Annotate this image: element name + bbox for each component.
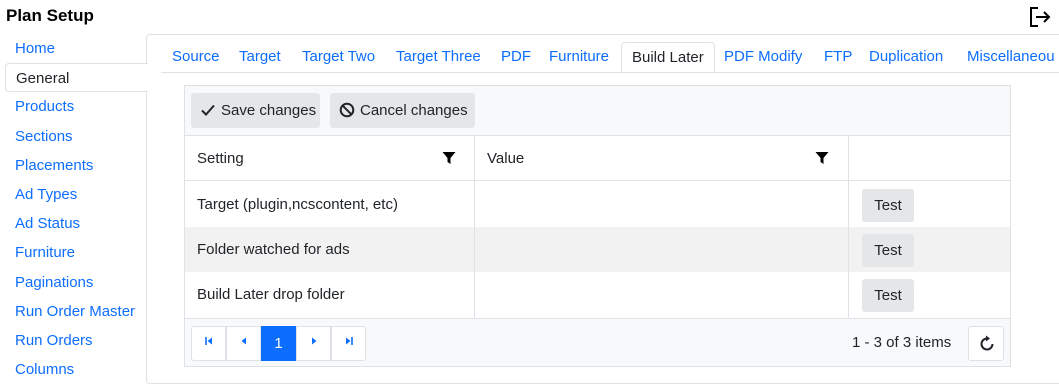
grid-header: Setting Value	[185, 136, 1010, 181]
sidebar-item-products[interactable]: Products	[5, 92, 147, 121]
page-title: Plan Setup	[6, 6, 94, 25]
last-page-icon	[345, 337, 353, 345]
sidebar-item-home[interactable]: Home	[5, 34, 147, 63]
tab-build-later[interactable]: Build Later	[621, 42, 715, 72]
tab-target-two[interactable]: Target Two	[302, 42, 375, 72]
tab-pdf-modify[interactable]: PDF Modify	[724, 42, 802, 72]
value-filter-icon[interactable]	[815, 151, 829, 165]
tab-ftp[interactable]: FTP	[824, 42, 852, 72]
previous-page-icon	[241, 337, 246, 345]
value-cell[interactable]	[475, 272, 487, 317]
sidebar-item-run-order-master[interactable]: Run Order Master	[5, 297, 147, 326]
check-icon	[201, 104, 215, 116]
grid-toolbar: Save changes Cancel changes	[185, 86, 1010, 136]
tab-target-three[interactable]: Target Three	[396, 42, 481, 72]
settings-grid: Save changes Cancel changes Setting Valu…	[184, 85, 1011, 367]
next-page-icon	[311, 337, 316, 345]
column-divider	[474, 136, 475, 318]
tab-furniture[interactable]: Furniture	[549, 42, 609, 72]
setting-cell: Folder watched for ads	[197, 241, 350, 258]
value-cell[interactable]	[475, 182, 487, 227]
table-row: Build Later drop folder Test	[185, 272, 1010, 317]
setting-filter-icon[interactable]	[442, 151, 456, 165]
save-changes-button[interactable]: Save changes	[191, 93, 320, 128]
sidebar-item-general[interactable]: General	[5, 63, 148, 93]
grid-pager: 1 1 - 3 of 3 items	[185, 318, 1010, 366]
table-row: Target (plugin,ncscontent, etc) Test	[185, 182, 1010, 227]
test-button[interactable]: Test	[862, 279, 914, 312]
table-row: Folder watched for ads Test	[185, 227, 1010, 272]
refresh-button[interactable]	[968, 326, 1004, 361]
tab-duplication[interactable]: Duplication	[869, 42, 943, 72]
first-page-icon	[204, 337, 212, 345]
test-button[interactable]: Test	[862, 234, 914, 267]
cancel-changes-button[interactable]: Cancel changes	[330, 93, 475, 128]
sidebar-item-sections[interactable]: Sections	[5, 122, 147, 151]
sidebar-item-run-orders[interactable]: Run Orders	[5, 326, 147, 355]
next-page-button[interactable]	[296, 326, 331, 361]
sidebar-item-ad-status[interactable]: Ad Status	[5, 209, 147, 238]
settings-tabs: Source Target Target Two Target Three PD…	[161, 42, 1059, 73]
cancel-changes-label: Cancel changes	[360, 102, 468, 119]
column-divider	[848, 136, 849, 318]
sidebar-item-ad-types[interactable]: Ad Types	[5, 180, 147, 209]
page-button-current[interactable]: 1	[261, 326, 296, 361]
tab-pdf[interactable]: PDF	[501, 42, 531, 72]
ban-icon	[339, 102, 355, 118]
sidebar-item-placements[interactable]: Placements	[5, 151, 147, 180]
tab-miscellaneous[interactable]: Miscellaneou	[967, 42, 1055, 72]
value-cell[interactable]	[475, 227, 487, 272]
tab-source[interactable]: Source	[172, 42, 220, 72]
first-page-button[interactable]	[191, 326, 226, 361]
column-header-value[interactable]: Value	[475, 136, 848, 181]
sidebar-nav: Home General Products Sections Placement…	[5, 34, 148, 384]
tab-target[interactable]: Target	[239, 42, 281, 72]
pager-info: 1 - 3 of 3 items	[852, 334, 952, 351]
column-header-setting[interactable]: Setting	[185, 136, 474, 181]
refresh-icon	[980, 335, 994, 351]
previous-page-button[interactable]	[226, 326, 261, 361]
sidebar-item-furniture[interactable]: Furniture	[5, 238, 147, 267]
sidebar-item-columns[interactable]: Columns	[5, 355, 147, 384]
last-page-button[interactable]	[331, 326, 366, 361]
setting-cell: Build Later drop folder	[197, 286, 345, 303]
save-changes-label: Save changes	[221, 102, 317, 119]
logout-icon	[1030, 7, 1051, 27]
sidebar-item-paginations[interactable]: Paginations	[5, 268, 147, 297]
setting-cell: Target (plugin,ncscontent, etc)	[197, 196, 398, 213]
test-button[interactable]: Test	[862, 189, 914, 222]
logout-button[interactable]	[1027, 5, 1053, 29]
